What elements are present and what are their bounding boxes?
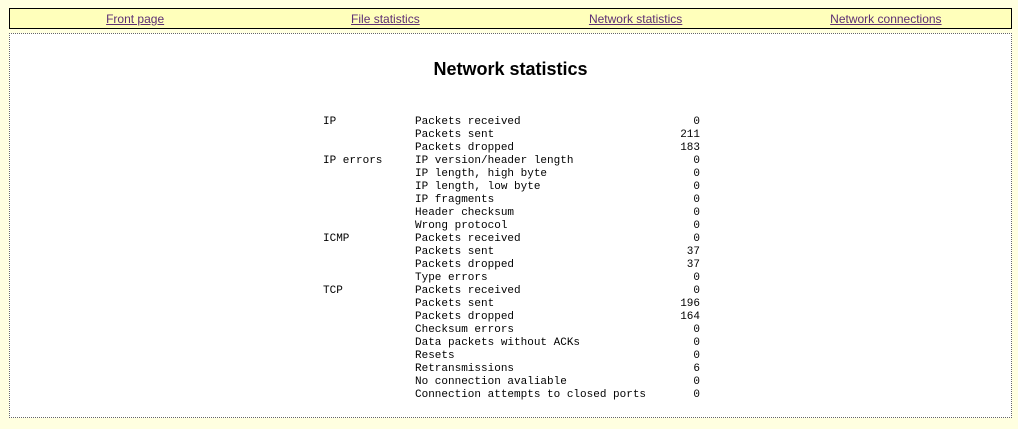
stat-category: [323, 363, 415, 376]
stat-category: [323, 207, 415, 220]
stat-label: Packets dropped: [415, 142, 515, 154]
stat-category: IP errors: [323, 155, 383, 167]
stat-value: 0: [693, 155, 700, 167]
network-connections-link[interactable]: Network connections: [761, 12, 1011, 26]
network-stats-table: IP Packets received 0 Packets sent 211 Packet…: [323, 116, 700, 402]
stat-category: [323, 272, 415, 285]
stat-label: Type errors: [415, 272, 488, 284]
stat-value: 0: [693, 337, 700, 349]
stat-value: 211: [680, 129, 700, 141]
stat-label: No connection avaliable: [415, 376, 567, 388]
table-row: IP Packets received 0: [323, 116, 700, 129]
table-row: No connection avaliable 0: [323, 376, 700, 389]
stat-label: IP length, high byte: [415, 168, 548, 180]
stat-value: 0: [693, 233, 700, 245]
stat-value: 0: [693, 181, 700, 193]
stat-category: ICMP: [323, 233, 350, 245]
table-row: IP errors IP version/header length 0: [323, 155, 700, 168]
stat-label: Packets received: [415, 116, 521, 128]
stat-value: 0: [693, 285, 700, 297]
stat-value: 0: [693, 272, 700, 284]
stat-value: 0: [693, 207, 700, 219]
stat-category: [323, 324, 415, 337]
stat-value: 0: [693, 168, 700, 180]
table-row: Packets sent 37: [323, 246, 700, 259]
table-row: Packets dropped 37: [323, 259, 700, 272]
table-row: Header checksum 0: [323, 207, 700, 220]
stat-label: Data packets without ACKs: [415, 337, 581, 349]
table-row: Packets dropped 183: [323, 142, 700, 155]
stat-category: [323, 298, 415, 311]
table-row: Packets sent 196: [323, 298, 700, 311]
table-row: Connection attempts to closed ports 0: [323, 389, 700, 402]
stat-label: Packets sent: [415, 298, 495, 310]
stat-label: Retransmissions: [415, 363, 515, 375]
stat-label: Packets received: [415, 233, 521, 245]
stat-value: 6: [693, 363, 700, 375]
stat-label: Packets sent: [415, 129, 495, 141]
stat-label: IP version/header length: [415, 155, 574, 167]
stat-category: [323, 376, 415, 389]
table-row: IP fragments 0: [323, 194, 700, 207]
stat-label: Packets dropped: [415, 259, 515, 271]
stat-value: 0: [693, 194, 700, 206]
content-panel: Network statistics IP Packets received 0 Pa…: [9, 33, 1012, 418]
stat-label: Header checksum: [415, 207, 515, 219]
stat-label: Connection attempts to closed ports: [415, 389, 647, 401]
stat-category: [323, 194, 415, 207]
stat-category: [323, 246, 415, 259]
table-row: Packets dropped 164: [323, 311, 700, 324]
front-page-link[interactable]: Front page: [10, 12, 260, 26]
stat-category: [323, 350, 415, 363]
table-row: Wrong protocol 0: [323, 220, 700, 233]
table-row: Checksum errors 0: [323, 324, 700, 337]
stat-category: [323, 168, 415, 181]
table-row: TCP Packets received 0: [323, 285, 700, 298]
stat-value: 0: [693, 376, 700, 388]
stat-label: IP length, low byte: [415, 181, 541, 193]
table-row: Data packets without ACKs 0: [323, 337, 700, 350]
page-title: Network statistics: [433, 59, 588, 79]
stat-label: Checksum errors: [415, 324, 515, 336]
stat-label: Packets dropped: [415, 311, 515, 323]
stat-category: [323, 220, 415, 233]
stat-label: Packets sent: [415, 246, 495, 258]
table-row: IP length, low byte 0: [323, 181, 700, 194]
stat-category: TCP: [323, 285, 343, 297]
table-row: Retransmissions 6: [323, 363, 700, 376]
stat-value: 183: [680, 142, 700, 154]
file-statistics-link[interactable]: File statistics: [260, 12, 510, 26]
stats-body: IP Packets received 0 Packets sent 211 Packet…: [323, 116, 700, 402]
stat-category: [323, 389, 415, 402]
nav-menu: Front page File statistics Network stati…: [9, 8, 1012, 29]
stat-label: Packets received: [415, 285, 521, 297]
stat-label: IP fragments: [415, 194, 495, 206]
stat-label: Resets: [415, 350, 455, 362]
table-row: ICMP Packets received 0: [323, 233, 700, 246]
stat-category: [323, 259, 415, 272]
stat-category: [323, 142, 415, 155]
stat-category: [323, 181, 415, 194]
stat-value: 0: [693, 324, 700, 336]
stat-value: 0: [693, 350, 700, 362]
stat-value: 37: [686, 246, 700, 258]
stat-category: [323, 129, 415, 142]
table-row: Resets 0: [323, 350, 700, 363]
table-row: Packets sent 211: [323, 129, 700, 142]
stat-value: 0: [693, 389, 700, 401]
table-row: IP length, high byte 0: [323, 168, 700, 181]
stat-value: 196: [680, 298, 700, 310]
stat-category: [323, 311, 415, 324]
table-row: Type errors 0: [323, 272, 700, 285]
stat-value: 0: [693, 220, 700, 232]
stat-value: 0: [693, 116, 700, 128]
network-statistics-link[interactable]: Network statistics: [511, 12, 761, 26]
stat-value: 164: [680, 311, 700, 323]
stat-category: [323, 337, 415, 350]
stat-value: 37: [686, 259, 700, 271]
stat-label: Wrong protocol: [415, 220, 508, 232]
stat-category: IP: [323, 116, 337, 128]
